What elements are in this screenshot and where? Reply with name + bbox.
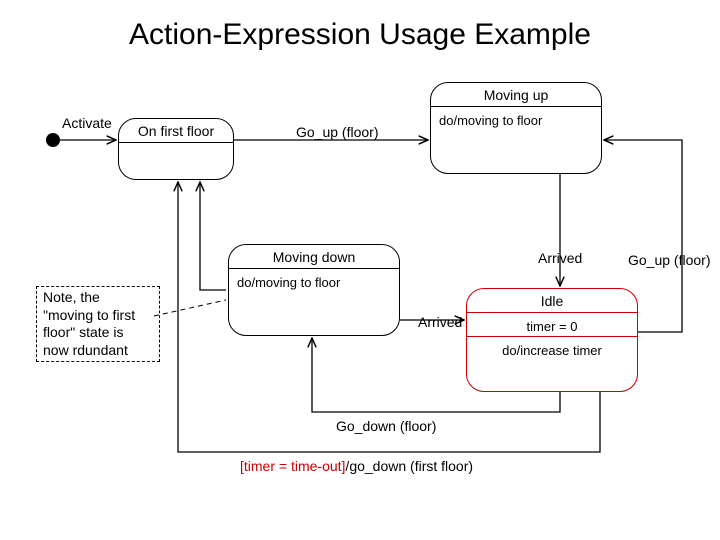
state-body: do/increase timer bbox=[467, 337, 637, 360]
state-title: On first floor bbox=[119, 119, 233, 142]
label-activate: Activate bbox=[62, 115, 112, 131]
label-timeout-action: [timer = time-out]/go_down (first floor) bbox=[240, 458, 473, 474]
state-body: timer = 0 bbox=[467, 313, 637, 336]
state-title: Idle bbox=[467, 289, 637, 312]
guard-text: [timer = time-out] bbox=[240, 458, 345, 474]
state-idle: Idle timer = 0 do/increase timer bbox=[466, 288, 638, 392]
note-box: Note, the "moving to first floor" state … bbox=[36, 286, 160, 362]
label-go-up-2: Go_up (floor) bbox=[628, 252, 710, 268]
page-title: Action-Expression Usage Example bbox=[0, 18, 720, 52]
state-divider bbox=[119, 142, 233, 143]
state-on-first-floor: On first floor bbox=[118, 118, 234, 180]
state-body: do/moving to floor bbox=[431, 107, 601, 130]
label-arrived-1: Arrived bbox=[538, 250, 582, 266]
state-title: Moving up bbox=[431, 83, 601, 106]
state-title: Moving down bbox=[229, 245, 399, 268]
label-go-down: Go_down (floor) bbox=[336, 418, 436, 434]
action-text: go_down (first floor) bbox=[349, 458, 473, 474]
state-moving-down: Moving down do/moving to floor bbox=[228, 244, 400, 336]
label-arrived-2: Arrived bbox=[418, 314, 462, 330]
state-moving-up: Moving up do/moving to floor bbox=[430, 82, 602, 174]
initial-state-dot bbox=[46, 133, 60, 147]
label-go-up-1: Go_up (floor) bbox=[296, 124, 378, 140]
state-body: do/moving to floor bbox=[229, 269, 399, 292]
